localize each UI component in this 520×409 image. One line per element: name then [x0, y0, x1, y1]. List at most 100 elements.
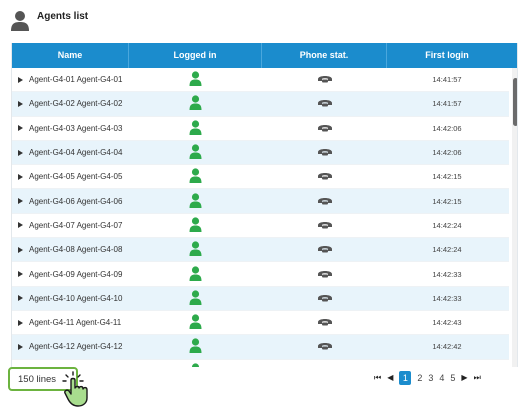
lines-count-label: 150 lines [18, 374, 57, 385]
first-login-cell: 14:42:15 [432, 172, 462, 182]
column-header-logged-in[interactable]: Logged in [129, 43, 262, 68]
vertical-scrollbar[interactable] [512, 68, 517, 367]
column-header-first-login[interactable]: First login [387, 43, 507, 68]
phone-status-cell [262, 238, 387, 261]
table-header: Name Logged in Phone stat. First login [12, 43, 517, 68]
scrollbar-thumb[interactable] [513, 78, 517, 126]
page-1-button[interactable]: 1 [399, 371, 412, 385]
last-page-button[interactable]: ⏭ [474, 371, 481, 385]
person-icon [189, 290, 202, 307]
phone-status-cell [262, 117, 387, 140]
expand-arrow-icon[interactable] [18, 246, 23, 253]
agent-name-cell: Agent-G4-05 Agent-G4-05 [12, 165, 129, 188]
logged-in-cell [129, 165, 262, 188]
phone-status-cell [262, 287, 387, 310]
agent-name-cell: Agent-G4-07 Agent-G4-07 [12, 214, 129, 237]
agent-name-cell: Agent-G4-04 Agent-G4-04 [12, 141, 129, 164]
expand-arrow-icon[interactable] [18, 343, 23, 350]
phone-status-cell [262, 141, 387, 164]
phone-icon [317, 244, 333, 255]
table-row[interactable]: Agent-G4-12 Agent-G4-12 14:42:42 [12, 335, 509, 360]
agent-name: Agent-G4-06 Agent-G4-06 [29, 196, 123, 206]
agent-name: Agent-G4-08 Agent-G4-08 [29, 245, 123, 255]
table-row[interactable]: Agent-G4-07 Agent-G4-07 14:42:24 [12, 213, 509, 239]
agent-name-cell: Agent-G4-12 Agent-G4-12 [12, 335, 129, 358]
table-row[interactable]: Agent-G4-03 Agent-G4-03 14:42:06 [12, 116, 509, 141]
first-login-cell: 14:42:43 [432, 318, 462, 328]
table-row[interactable]: Agent-G4-11 Agent-G4-11 14:42:43 [12, 310, 509, 336]
agent-name: Agent-G4-01 Agent-G4-01 [29, 75, 123, 85]
expand-arrow-icon[interactable] [18, 295, 23, 302]
table-row[interactable]: Agent-G4-09 Agent-G4-09 14:42:33 [12, 262, 509, 287]
phone-icon [317, 317, 333, 328]
agent-name-cell: Agent-G4-02 Agent-G4-02 [12, 92, 129, 115]
expand-arrow-icon[interactable] [18, 149, 23, 156]
column-header-phone-status[interactable]: Phone stat. [262, 43, 387, 68]
table-row[interactable] [12, 359, 509, 367]
phone-status-cell [262, 189, 387, 212]
page-3-button[interactable]: 3 [428, 371, 433, 385]
first-login-cell: 14:42:42 [432, 342, 462, 352]
expand-arrow-icon[interactable] [18, 173, 23, 180]
pagination: ⏮ ◀ 1 2 3 4 5 ▶ ⏭ [371, 371, 484, 385]
phone-status-cell [262, 335, 387, 358]
agent-name-cell: Agent-G4-03 Agent-G4-03 [12, 117, 129, 140]
table-row[interactable]: Agent-G4-01 Agent-G4-01 14:41:57 [12, 68, 509, 93]
logged-in-cell [129, 92, 262, 115]
logged-in-cell [129, 335, 262, 358]
page-2-button[interactable]: 2 [417, 371, 422, 385]
table-row[interactable]: Agent-G4-08 Agent-G4-08 14:42:24 [12, 238, 509, 263]
previous-page-button[interactable]: ◀ [387, 371, 393, 385]
page-header: Agents list [10, 8, 510, 34]
agent-name: Agent-G4-11 Agent-G4-11 [29, 318, 122, 328]
expand-arrow-icon[interactable] [18, 125, 23, 132]
expand-arrow-icon[interactable] [18, 100, 23, 107]
person-icon [189, 71, 202, 88]
pointing-hand-icon [62, 371, 88, 407]
agent-name-cell: Agent-G4-01 Agent-G4-01 [12, 68, 129, 91]
expand-arrow-icon[interactable] [18, 222, 23, 229]
table-row[interactable]: Agent-G4-04 Agent-G4-04 14:42:06 [12, 140, 509, 166]
phone-icon [317, 269, 333, 280]
logged-in-cell [129, 360, 262, 367]
first-login-cell: 14:42:33 [432, 269, 462, 279]
agent-name: Agent-G4-12 Agent-G4-12 [29, 342, 123, 352]
table-row[interactable]: Agent-G4-02 Agent-G4-02 14:41:57 [12, 92, 509, 117]
table-footer: 150 lines ⏮ ◀ 1 2 3 4 5 ▶ ⏭ [0, 367, 520, 409]
first-login-cell [387, 360, 507, 367]
person-icon [189, 95, 202, 112]
first-login-cell: 14:42:33 [432, 293, 462, 303]
logged-in-cell [129, 214, 262, 237]
page-4-button[interactable]: 4 [439, 371, 444, 385]
next-page-button[interactable]: ▶ [461, 371, 467, 385]
phone-icon [317, 98, 333, 109]
table-row[interactable]: Agent-G4-10 Agent-G4-10 14:42:33 [12, 286, 509, 311]
agent-name-cell: Agent-G4-10 Agent-G4-10 [12, 287, 129, 310]
phone-icon [317, 171, 333, 182]
agent-name: Agent-G4-03 Agent-G4-03 [29, 123, 123, 133]
logged-in-cell [129, 68, 262, 91]
logged-in-cell [129, 238, 262, 261]
table-row[interactable]: Agent-G4-05 Agent-G4-05 14:42:15 [12, 165, 509, 190]
expand-arrow-icon[interactable] [18, 76, 23, 83]
phone-icon [317, 74, 333, 85]
agent-name-cell: Agent-G4-11 Agent-G4-11 [12, 311, 129, 334]
table-row[interactable]: Agent-G4-06 Agent-G4-06 14:42:15 [12, 189, 509, 214]
logged-in-cell [129, 311, 262, 334]
phone-icon [317, 147, 333, 158]
agent-name: Agent-G4-05 Agent-G4-05 [29, 172, 123, 182]
logged-in-cell [129, 117, 262, 140]
phone-icon [317, 293, 333, 304]
person-icon [189, 314, 202, 331]
expand-arrow-icon[interactable] [18, 198, 23, 205]
column-header-name[interactable]: Name [12, 43, 129, 68]
phone-icon [317, 123, 333, 134]
expand-arrow-icon[interactable] [18, 319, 23, 326]
agent-name: Agent-G4-10 Agent-G4-10 [29, 293, 123, 303]
page-5-button[interactable]: 5 [450, 371, 455, 385]
logged-in-cell [129, 287, 262, 310]
agent-name: Agent-G4-09 Agent-G4-09 [29, 269, 123, 279]
expand-arrow-icon[interactable] [18, 271, 23, 278]
first-page-button[interactable]: ⏮ [374, 371, 381, 385]
person-icon [189, 193, 202, 210]
